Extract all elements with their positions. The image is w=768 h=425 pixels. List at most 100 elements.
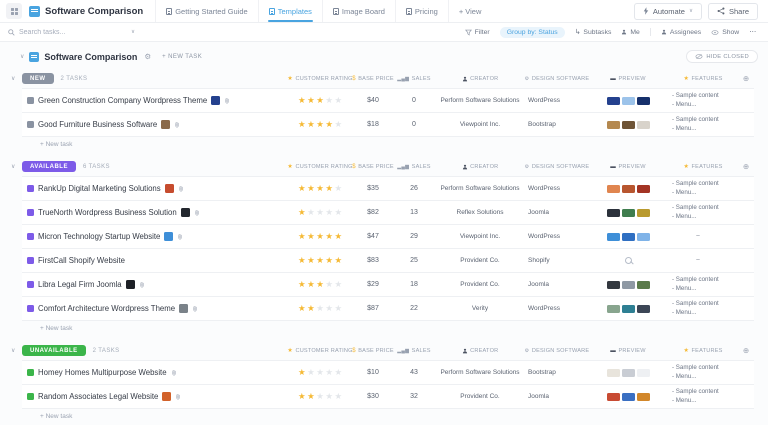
creator-value[interactable]: Provident Co. [434,257,526,264]
features-value[interactable]: - Sample content- Menu... [668,300,738,317]
task-name[interactable]: FirstCall Shopify Website [38,256,125,265]
subtasks-button[interactable]: ↳ Subtasks [575,28,612,36]
table-row[interactable]: Micron Technology Startup Website ★★★★★ … [22,225,754,249]
assignees-button[interactable]: Assignees [661,29,701,36]
add-task-link[interactable]: + New task [22,321,754,334]
design-software-value[interactable]: Shopify [526,257,588,264]
preview-thumbnails[interactable] [588,257,668,264]
design-software-value[interactable]: WordPress [526,97,588,104]
column-header-creator[interactable]: CREATOR [434,164,526,170]
features-value[interactable]: – [668,232,738,241]
preview-thumbnails[interactable] [588,209,668,217]
table-row[interactable]: Comfort Architecture Wordpress Theme ★★★… [22,297,754,321]
features-value[interactable]: – [668,256,738,265]
features-value[interactable]: - Sample content- Menu... [668,204,738,221]
preview-thumbnails[interactable] [588,233,668,241]
base-price-value[interactable]: $30 [352,393,394,400]
task-status-square[interactable] [27,97,34,104]
search-caret-icon[interactable]: ∨ [131,29,135,35]
status-badge[interactable]: NEW [22,73,54,84]
column-header-customer-rating[interactable]: ★ CUSTOMER RATING [288,347,352,354]
sales-value[interactable]: 22 [394,305,434,312]
status-badge[interactable]: AVAILABLE [22,161,76,172]
task-status-square[interactable] [27,305,34,312]
preview-thumbnails[interactable] [588,305,668,313]
task-status-square[interactable] [27,209,34,216]
task-status-square[interactable] [27,393,34,400]
design-software-value[interactable]: WordPress [526,233,588,240]
column-header-sales[interactable]: ▂▄▆ SALES [394,348,434,354]
table-row[interactable]: Random Associates Legal Website ★★★★★ $3… [22,385,754,409]
sales-value[interactable]: 32 [394,393,434,400]
features-value[interactable]: - Sample content- Menu... [668,116,738,133]
add-task-link[interactable]: + New task [22,137,754,150]
creator-value[interactable]: Perform Software Solutions [434,97,526,104]
base-price-value[interactable]: $10 [352,369,394,376]
customer-rating-stars[interactable]: ★★★★★ [288,368,352,377]
more-options-button[interactable]: ⋯ [749,28,756,36]
design-software-value[interactable]: Joomla [526,281,588,288]
sales-value[interactable]: 25 [394,257,434,264]
creator-value[interactable]: Perform Software Solutions [434,369,526,376]
hide-closed-button[interactable]: HIDE CLOSED [686,50,758,63]
design-software-value[interactable]: Bootstrap [526,369,588,376]
column-header-sales[interactable]: ▂▄▆ SALES [394,164,434,170]
gear-icon[interactable]: ⚙ [144,52,151,61]
sales-value[interactable]: 0 [394,121,434,128]
design-software-value[interactable]: Joomla [526,393,588,400]
column-header-features[interactable]: ★ FEATURES [668,75,738,82]
preview-thumbnails[interactable] [588,393,668,401]
column-header-base-price[interactable]: $ BASE PRICE [352,348,394,354]
share-button[interactable]: Share [708,3,758,20]
add-column-button[interactable]: ⊕ [738,162,754,171]
column-header-customer-rating[interactable]: ★ CUSTOMER RATING [288,75,352,82]
column-header-sales[interactable]: ▂▄▆ SALES [394,76,434,82]
creator-value[interactable]: Viewpoint Inc. [434,233,526,240]
task-name[interactable]: RankUp Digital Marketing Solutions [38,184,161,193]
column-header-design-software[interactable]: ⚙ DESIGN SOFTWARE [526,76,588,82]
customer-rating-stars[interactable]: ★★★★★ [288,120,352,129]
creator-value[interactable]: Perform Software Solutions [434,185,526,192]
table-row[interactable]: RankUp Digital Marketing Solutions ★★★★★… [22,177,754,201]
features-value[interactable]: - Sample content- Menu... [668,92,738,109]
column-header-design-software[interactable]: ⚙ DESIGN SOFTWARE [526,164,588,170]
new-task-button[interactable]: + NEW TASK [162,54,202,60]
customer-rating-stars[interactable]: ★★★★★ [288,256,352,265]
add-column-button[interactable]: ⊕ [738,346,754,355]
automate-button[interactable]: Automate ∨ [634,3,702,20]
customer-rating-stars[interactable]: ★★★★★ [288,280,352,289]
base-price-value[interactable]: $47 [352,233,394,240]
column-header-features[interactable]: ★ FEATURES [668,347,738,354]
customer-rating-stars[interactable]: ★★★★★ [288,96,352,105]
creator-value[interactable]: Verity [434,305,526,312]
collapse-group-icon[interactable]: ∨ [11,75,15,82]
add-view-button[interactable]: + View [448,0,492,22]
status-badge[interactable]: UNAVAILABLE [22,345,86,356]
sales-value[interactable]: 43 [394,369,434,376]
sales-value[interactable]: 26 [394,185,434,192]
base-price-value[interactable]: $29 [352,281,394,288]
creator-value[interactable]: Viewpoint Inc. [434,121,526,128]
preview-thumbnails[interactable] [588,121,668,129]
features-value[interactable]: - Sample content- Menu... [668,180,738,197]
add-task-link[interactable]: + New task [22,409,754,422]
task-status-square[interactable] [27,257,34,264]
column-header-creator[interactable]: CREATOR [434,348,526,354]
task-status-square[interactable] [27,121,34,128]
base-price-value[interactable]: $83 [352,257,394,264]
customer-rating-stars[interactable]: ★★★★★ [288,208,352,217]
task-name[interactable]: Comfort Architecture Wordpress Theme [38,304,175,313]
column-header-preview[interactable]: ▬ PREVIEW [588,164,668,170]
base-price-value[interactable]: $35 [352,185,394,192]
column-header-design-software[interactable]: ⚙ DESIGN SOFTWARE [526,348,588,354]
preview-thumbnails[interactable] [588,97,668,105]
collapse-group-icon[interactable]: ∨ [11,347,15,354]
sales-value[interactable]: 0 [394,97,434,104]
creator-value[interactable]: Reflex Solutions [434,209,526,216]
column-header-features[interactable]: ★ FEATURES [668,163,738,170]
table-row[interactable]: Homey Homes Multipurpose Website ★★★★★ $… [22,361,754,385]
tab-templates[interactable]: Templates [258,0,322,22]
column-header-preview[interactable]: ▬ PREVIEW [588,76,668,82]
table-row[interactable]: TrueNorth Wordpress Business Solution ★★… [22,201,754,225]
design-software-value[interactable]: Bootstrap [526,121,588,128]
